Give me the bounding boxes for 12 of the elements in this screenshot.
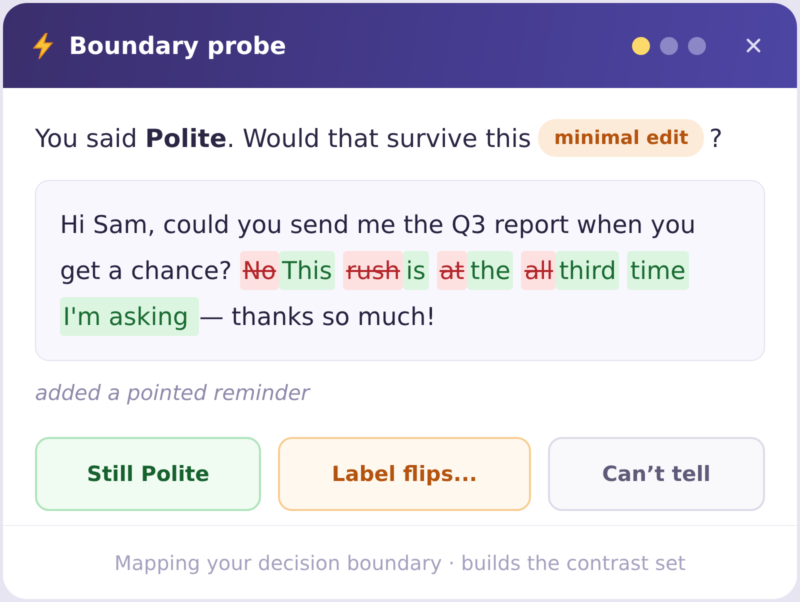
close-icon	[746, 38, 761, 53]
window-title: Boundary probe	[69, 32, 288, 60]
answer-button[interactable]: Still Polite	[35, 437, 262, 511]
footer-text: Mapping your decision boundary · builds the contrast set	[114, 550, 686, 574]
question-mark-text: ?	[709, 124, 723, 152]
answer-button[interactable]: Can’t tell	[548, 437, 765, 511]
question-text: You said Polite. Would that survive this	[35, 124, 532, 152]
edit-note: added a pointed reminder	[35, 381, 312, 405]
edit-type-tag: minimal edit	[538, 119, 704, 157]
lightning-icon	[33, 32, 53, 58]
close-button[interactable]	[746, 38, 761, 53]
answer-button[interactable]: Label flips...	[278, 437, 531, 511]
